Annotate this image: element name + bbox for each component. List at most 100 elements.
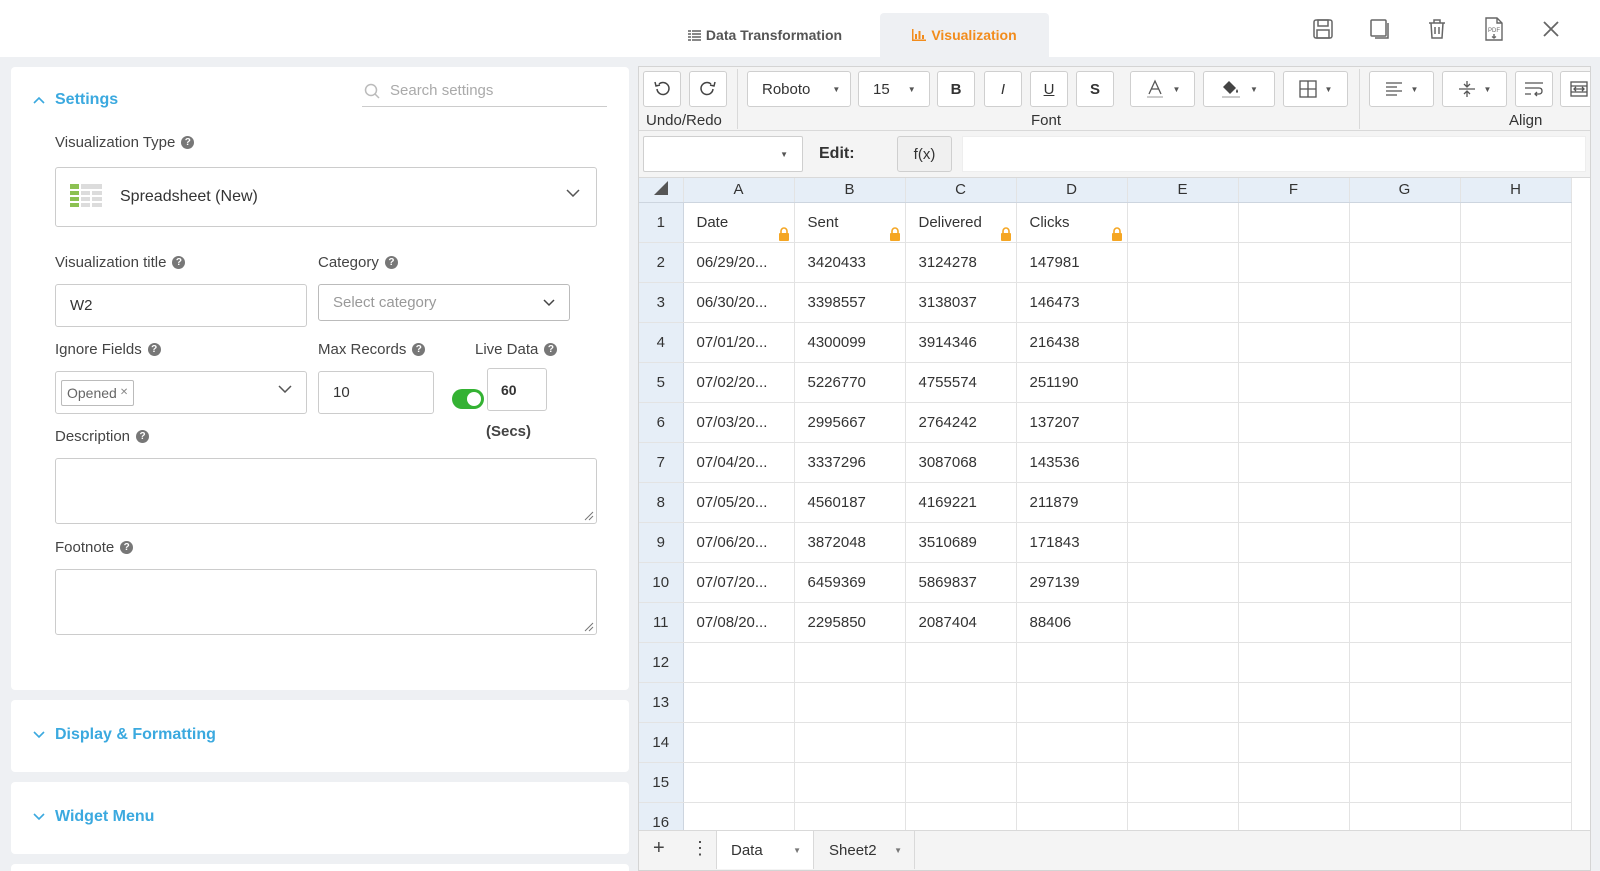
table-cell[interactable]: 143536 [1016, 442, 1128, 483]
row-header[interactable]: 15 [639, 762, 684, 803]
table-cell[interactable] [1127, 722, 1239, 763]
footnote-textarea[interactable] [55, 569, 597, 635]
table-cell[interactable]: 07/07/20... [683, 562, 795, 603]
trash-icon[interactable] [1424, 16, 1450, 42]
visualization-title-input[interactable]: W2 [55, 284, 307, 327]
table-cell[interactable] [1460, 282, 1572, 323]
table-cell[interactable] [1127, 642, 1239, 683]
table-cell[interactable]: Date [683, 202, 795, 243]
table-cell[interactable]: 5869837 [905, 562, 1017, 603]
table-cell[interactable]: 2995667 [794, 402, 906, 443]
table-cell[interactable] [1349, 202, 1461, 243]
table-cell[interactable] [1460, 362, 1572, 403]
table-cell[interactable] [1349, 442, 1461, 483]
tab-data-transformation[interactable]: Data Transformation [676, 13, 854, 57]
table-cell[interactable]: 2087404 [905, 602, 1017, 643]
table-cell[interactable]: Delivered [905, 202, 1017, 243]
table-cell[interactable] [1127, 522, 1239, 563]
table-cell[interactable] [1238, 362, 1350, 403]
widget-menu-section-header[interactable]: Widget Menu [33, 808, 154, 826]
table-cell[interactable] [1460, 722, 1572, 763]
table-cell[interactable]: 216438 [1016, 322, 1128, 363]
category-select[interactable]: Select category [318, 284, 570, 321]
table-cell[interactable]: 3087068 [905, 442, 1017, 483]
row-header[interactable]: 7 [639, 442, 684, 483]
column-header[interactable]: H [1460, 178, 1572, 203]
sheet-tab-data[interactable]: Data ▼ [716, 831, 814, 869]
table-cell[interactable] [683, 762, 795, 803]
help-icon[interactable]: ? [136, 430, 150, 443]
table-cell[interactable] [1238, 642, 1350, 683]
row-header[interactable]: 9 [639, 522, 684, 563]
table-cell[interactable]: 3872048 [794, 522, 906, 563]
table-cell[interactable] [1016, 642, 1128, 683]
table-cell[interactable]: 07/03/20... [683, 402, 795, 443]
help-icon[interactable]: ? [384, 256, 398, 269]
table-cell[interactable]: 147981 [1016, 242, 1128, 283]
visualization-type-select[interactable]: Spreadsheet (New) [55, 167, 597, 227]
table-cell[interactable]: 88406 [1016, 602, 1128, 643]
table-cell[interactable] [905, 642, 1017, 683]
row-header[interactable]: 8 [639, 482, 684, 523]
select-all-corner[interactable] [639, 178, 684, 203]
row-header[interactable]: 12 [639, 642, 684, 683]
table-cell[interactable]: 3420433 [794, 242, 906, 283]
table-cell[interactable] [683, 642, 795, 683]
table-cell[interactable] [1460, 682, 1572, 723]
table-cell[interactable] [1016, 762, 1128, 803]
table-cell[interactable] [1349, 482, 1461, 523]
italic-button[interactable]: I [984, 71, 1022, 107]
table-cell[interactable]: 07/06/20... [683, 522, 795, 563]
table-cell[interactable] [1460, 602, 1572, 643]
table-cell[interactable]: 251190 [1016, 362, 1128, 403]
table-cell[interactable] [1127, 282, 1239, 323]
font-family-select[interactable]: Roboto ▼ [747, 71, 851, 107]
table-cell[interactable] [905, 682, 1017, 723]
sheet-tab-sheet2[interactable]: Sheet2 ▼ [815, 831, 915, 869]
table-cell[interactable] [1238, 762, 1350, 803]
table-cell[interactable] [683, 682, 795, 723]
table-cell[interactable] [1238, 682, 1350, 723]
row-header[interactable]: 2 [639, 242, 684, 283]
chip-remove-icon[interactable]: ✕ [120, 387, 128, 398]
duplicate-icon[interactable] [1367, 16, 1393, 42]
wrap-text-button[interactable] [1515, 71, 1553, 107]
table-cell[interactable]: 06/30/20... [683, 282, 795, 323]
table-cell[interactable] [1349, 682, 1461, 723]
settings-section-header[interactable]: Settings [33, 91, 118, 109]
table-cell[interactable]: 06/29/20... [683, 242, 795, 283]
table-cell[interactable]: 137207 [1016, 402, 1128, 443]
table-cell[interactable] [1349, 402, 1461, 443]
table-cell[interactable] [1127, 762, 1239, 803]
help-icon[interactable]: ? [120, 541, 134, 554]
display-formatting-section-header[interactable]: Display & Formatting [33, 726, 216, 744]
table-cell[interactable]: 3510689 [905, 522, 1017, 563]
table-cell[interactable] [1127, 602, 1239, 643]
table-cell[interactable] [1460, 202, 1572, 243]
table-cell[interactable] [1127, 442, 1239, 483]
column-header[interactable]: C [905, 178, 1017, 203]
pdf-export-icon[interactable]: PDF [1481, 16, 1507, 42]
row-header[interactable]: 13 [639, 682, 684, 723]
table-cell[interactable] [1127, 402, 1239, 443]
column-header[interactable]: F [1238, 178, 1350, 203]
help-icon[interactable]: ? [412, 343, 426, 356]
merge-cells-button[interactable] [1560, 71, 1590, 107]
table-cell[interactable]: 211879 [1016, 482, 1128, 523]
table-cell[interactable] [1460, 442, 1572, 483]
table-cell[interactable]: 07/08/20... [683, 602, 795, 643]
table-cell[interactable] [1238, 322, 1350, 363]
table-cell[interactable] [1460, 522, 1572, 563]
table-cell[interactable]: 3914346 [905, 322, 1017, 363]
underline-button[interactable]: U [1030, 71, 1068, 107]
table-cell[interactable]: 4560187 [794, 482, 906, 523]
table-cell[interactable]: 6459369 [794, 562, 906, 603]
table-cell[interactable]: 2764242 [905, 402, 1017, 443]
table-cell[interactable]: 146473 [1016, 282, 1128, 323]
search-settings-input[interactable] [390, 82, 590, 99]
table-cell[interactable] [1238, 402, 1350, 443]
table-cell[interactable] [1349, 602, 1461, 643]
vertical-align-button[interactable]: ▼ [1442, 71, 1507, 107]
table-cell[interactable] [1349, 762, 1461, 803]
table-cell[interactable] [1016, 682, 1128, 723]
